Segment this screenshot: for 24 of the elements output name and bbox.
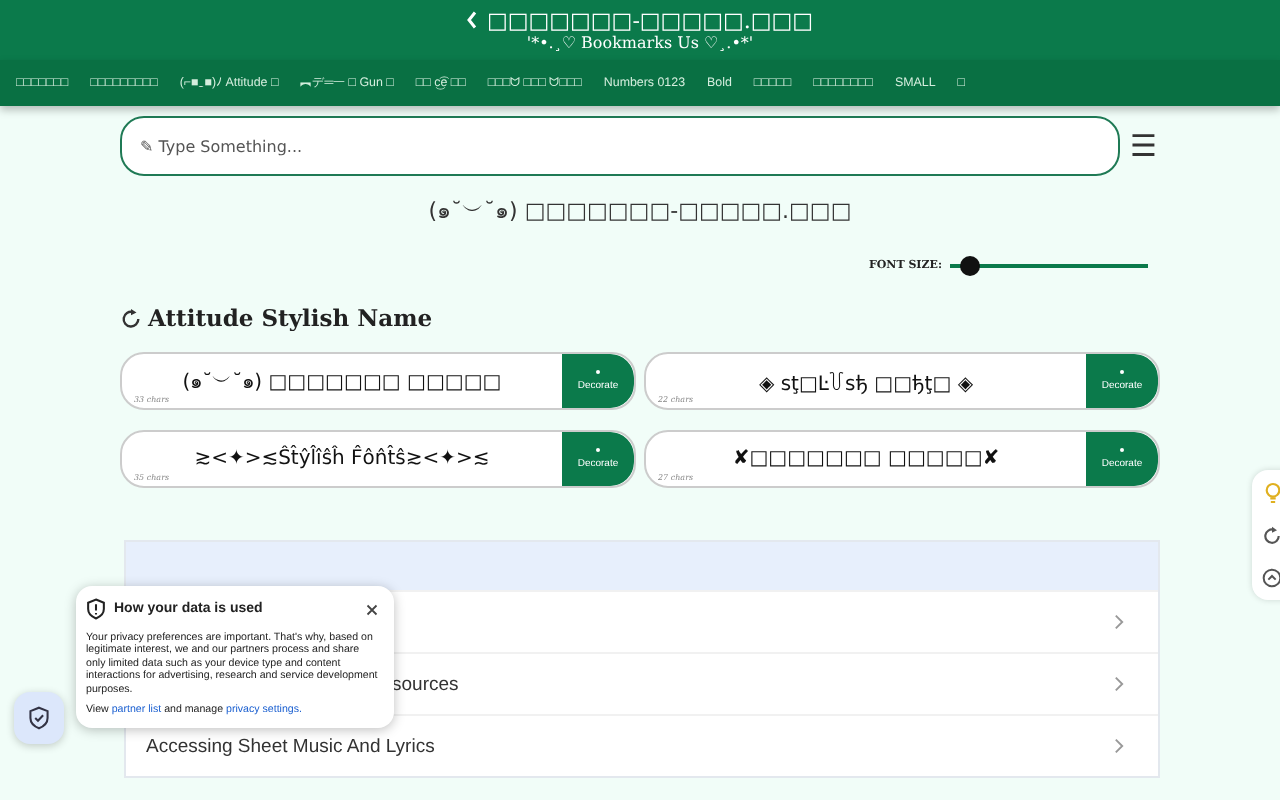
styled-name[interactable]: (๑˘︶˘๑) □□□□□□□ □□□□□ bbox=[182, 366, 502, 396]
privacy-button[interactable] bbox=[14, 692, 64, 744]
chevron-icon[interactable] bbox=[1114, 738, 1124, 754]
back-icon[interactable] bbox=[466, 10, 479, 30]
search-field[interactable]: ✎ Type Something... bbox=[120, 116, 1120, 176]
shield-check-icon bbox=[28, 706, 50, 730]
styled-name[interactable]: ◈ sţ□Ŀ꒦sђ □□ђţ□ ◈ bbox=[758, 367, 974, 395]
chevron-icon[interactable] bbox=[1114, 614, 1124, 630]
styled-name[interactable]: ≳<✦>≲Ŝt̂ŷl̂îŝĥ F̂ôn̂t̂ŝ≳<✦>≲ bbox=[194, 448, 490, 470]
faq-question: sources bbox=[392, 673, 459, 695]
preview-text: (๑˘︶˘๑) □□□□□□□-□□□□□.□□□ bbox=[426, 196, 854, 228]
chevron-icon[interactable] bbox=[1114, 676, 1124, 692]
scroll-up-icon[interactable] bbox=[1262, 568, 1280, 588]
shield-icon bbox=[86, 598, 106, 620]
refresh-icon[interactable] bbox=[1262, 526, 1280, 546]
styled-name[interactable]: ✘□□□□□□□ □□□□□✘ bbox=[732, 448, 1000, 470]
bookmark-link[interactable]: '*•.¸♡ Bookmarks Us ♡¸.•*' bbox=[526, 33, 754, 53]
faq-question: Accessing Sheet Music And Lyrics bbox=[146, 735, 435, 757]
refresh-icon[interactable] bbox=[120, 307, 142, 329]
section-title: Attitude Stylish Name bbox=[148, 304, 433, 332]
site-title[interactable]: □□□□□□□-□□□□□.□□□ bbox=[486, 7, 814, 33]
menu-icon[interactable]: ☰ bbox=[1130, 128, 1157, 164]
slider-thumb[interactable] bbox=[959, 256, 980, 276]
close-icon[interactable] bbox=[366, 603, 378, 615]
